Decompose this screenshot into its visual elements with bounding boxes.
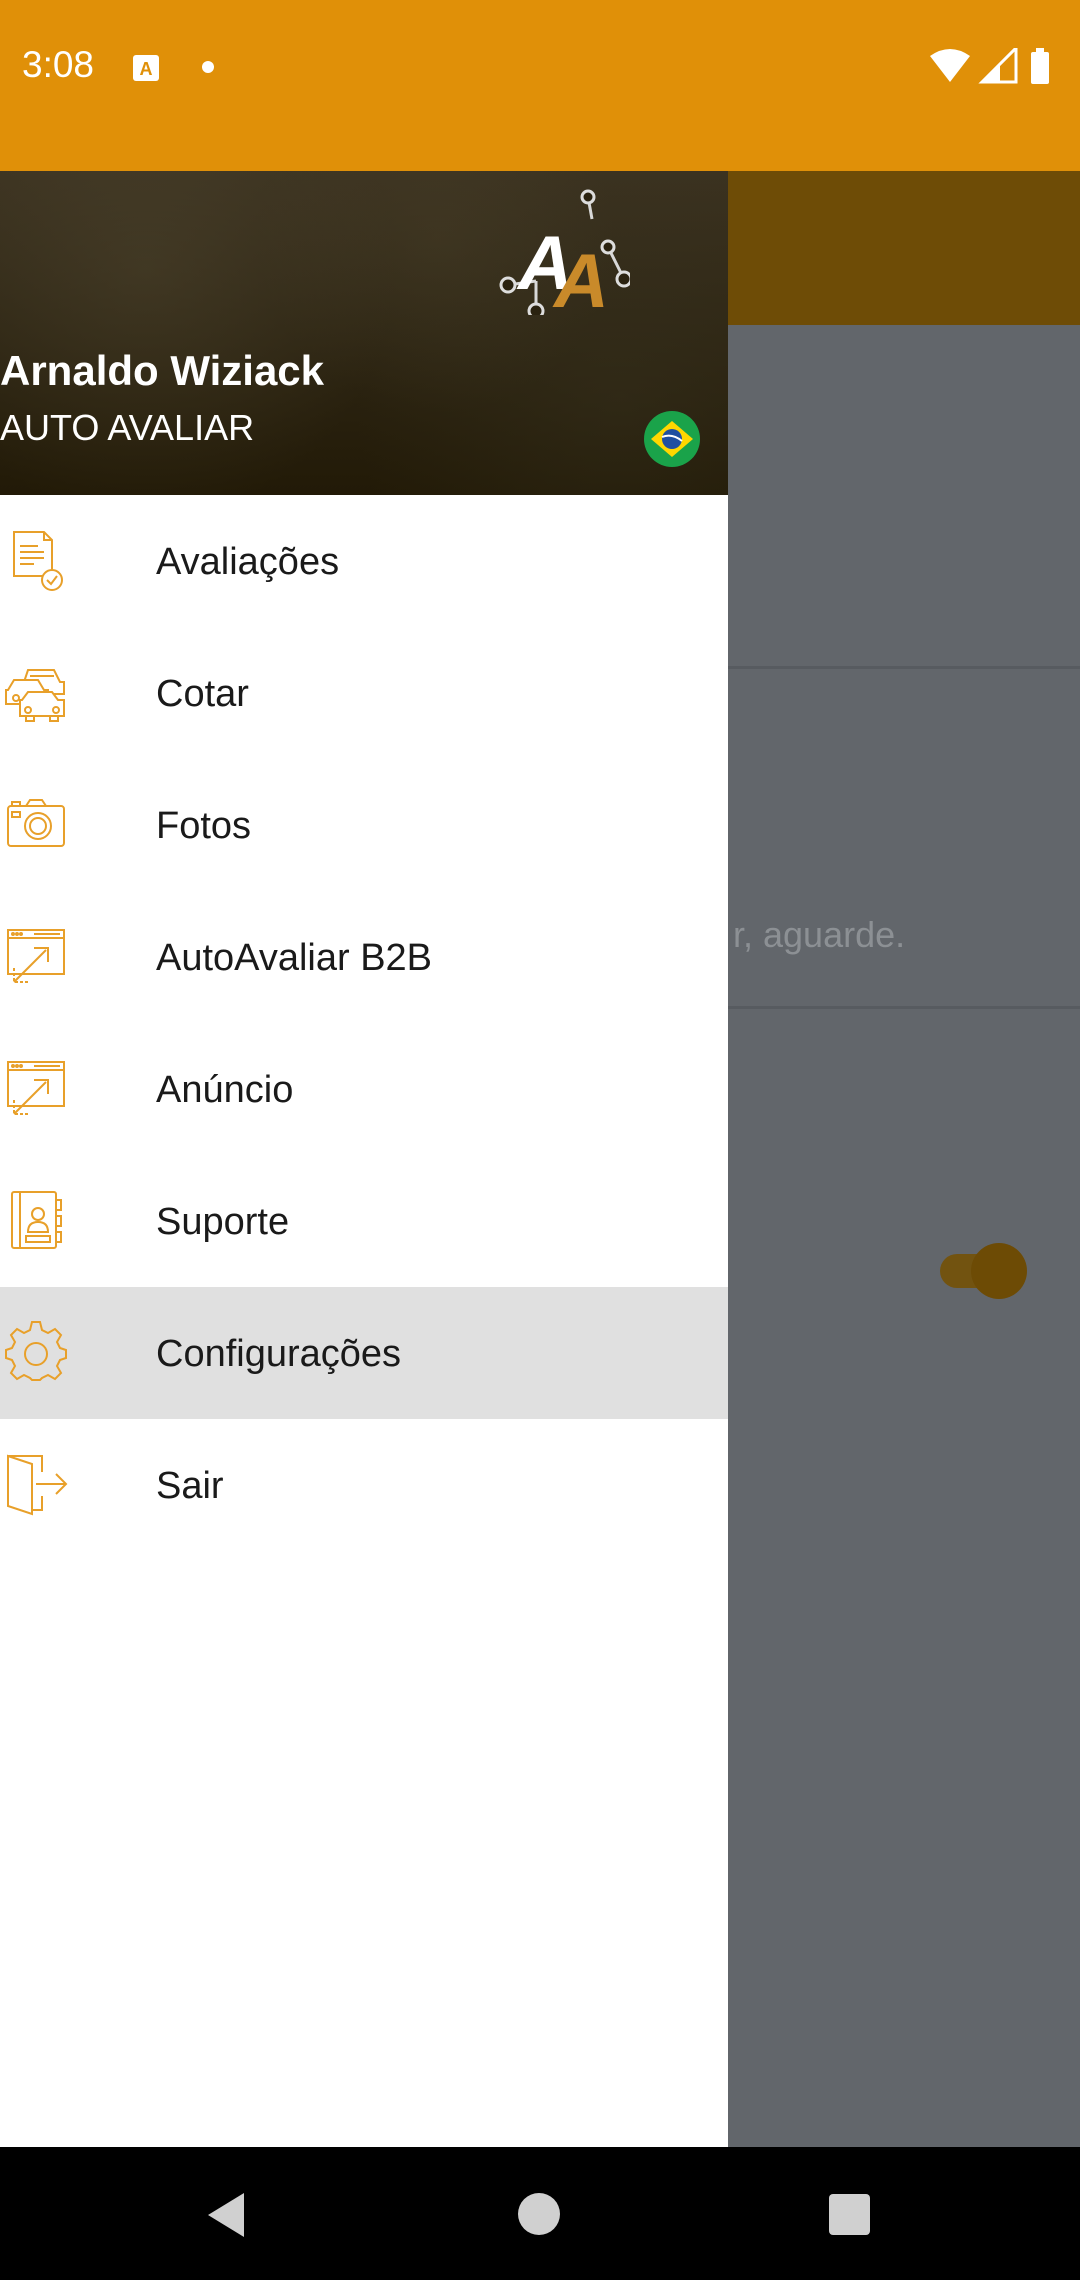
auto-avaliar-logo: A A xyxy=(499,189,630,315)
dot-icon xyxy=(202,61,214,73)
menu-item-suporte[interactable]: Suporte xyxy=(0,1155,728,1287)
wifi-icon xyxy=(930,49,970,82)
battery-icon xyxy=(1031,48,1049,84)
status-bar: 3:08 A xyxy=(0,0,1080,171)
exit-door-icon xyxy=(7,1454,68,1516)
svg-text:A: A xyxy=(552,239,609,315)
divider xyxy=(728,1006,1080,1009)
menu-item-label: Cotar xyxy=(156,673,249,715)
svg-text:A: A xyxy=(140,59,153,79)
user-name: Arnaldo Wiziack xyxy=(0,347,325,394)
menu-item-label: Fotos xyxy=(156,805,252,847)
navigation-drawer: A A Arnaldo Wiziack AUTO AVALIAR Avaliaç… xyxy=(0,171,728,2147)
status-time: 3:08 xyxy=(22,44,95,85)
menu-item-autoavaliar-b2b[interactable]: AutoAvaliar B2B xyxy=(0,891,728,1023)
contact-book-icon xyxy=(11,1191,62,1249)
back-button-icon[interactable] xyxy=(204,2191,248,2239)
menu-item-label: Configurações xyxy=(156,1333,402,1375)
recents-button-icon[interactable] xyxy=(829,2194,870,2235)
signal-icon xyxy=(978,48,1018,84)
menu-item-avaliacoes[interactable]: Avaliações xyxy=(0,495,728,627)
background-toolbar xyxy=(728,171,1080,325)
system-navigation-bar xyxy=(0,2147,1080,2280)
menu-item-label: Anúncio xyxy=(156,1069,294,1111)
camera-icon xyxy=(7,799,65,847)
brazil-flag-icon[interactable] xyxy=(644,411,700,467)
menu-item-label: AutoAvaliar B2B xyxy=(156,937,433,979)
drawer-header: A A Arnaldo Wiziack AUTO AVALIAR xyxy=(0,171,728,495)
gear-icon xyxy=(5,1321,67,1381)
menu-item-label: Avaliações xyxy=(156,541,340,583)
menu-item-anuncio[interactable]: Anúncio xyxy=(0,1023,728,1155)
browser-arrow-icon xyxy=(7,929,65,983)
menu-item-sair[interactable]: Sair xyxy=(0,1419,728,1551)
drawer-menu: Avaliações Cotar Fotos AutoAvaliar B2B A… xyxy=(0,495,728,1551)
menu-item-label: Suporte xyxy=(156,1201,290,1243)
browser-arrow-icon xyxy=(7,1061,65,1115)
document-check-icon xyxy=(13,531,63,591)
user-company: AUTO AVALIAR xyxy=(0,407,255,448)
menu-item-configuracoes[interactable]: Configurações xyxy=(0,1287,728,1419)
menu-item-label: Sair xyxy=(156,1465,224,1507)
system-status-icons xyxy=(930,48,1049,84)
divider xyxy=(728,666,1080,669)
cars-icon xyxy=(5,669,65,722)
background-toggle-thumb xyxy=(971,1243,1027,1299)
home-button-icon[interactable] xyxy=(518,2193,560,2235)
background-loading-text: r, aguarde. xyxy=(733,914,906,955)
menu-item-fotos[interactable]: Fotos xyxy=(0,759,728,891)
menu-item-cotar[interactable]: Cotar xyxy=(0,627,728,759)
a-notification-icon: A xyxy=(133,55,159,81)
background-content xyxy=(728,325,1080,2147)
